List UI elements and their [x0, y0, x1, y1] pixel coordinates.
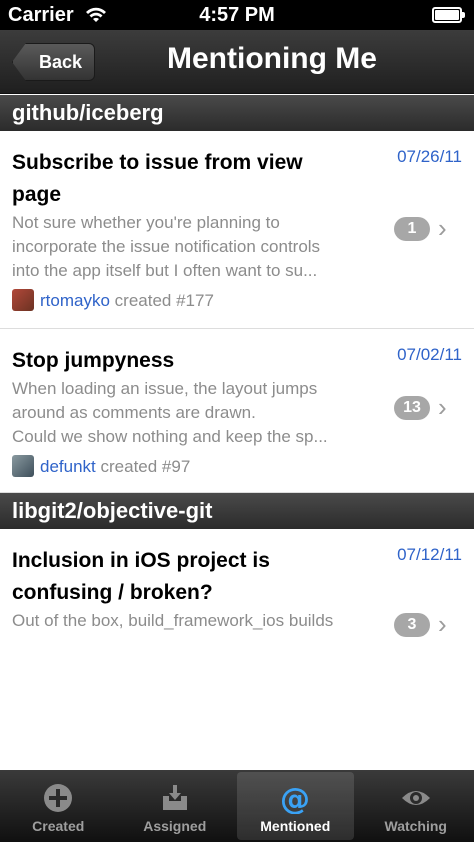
tab-watching[interactable]: Watching — [358, 770, 474, 842]
tab-created[interactable]: Created — [0, 770, 117, 842]
issue-row[interactable]: Stop jumpyness 07/02/11 When loading an … — [0, 329, 474, 493]
issue-row[interactable]: Subscribe to issue from view page 07/26/… — [0, 131, 474, 329]
tab-label: Watching — [384, 818, 447, 834]
issue-date: 07/26/11 — [397, 147, 462, 166]
comment-count-badge: 1 — [394, 217, 430, 241]
at-sign-icon: @ — [280, 782, 310, 814]
chevron-right-icon: › — [438, 609, 447, 639]
issue-title: Stop jumpyness — [12, 349, 175, 372]
issue-action: created #177 — [114, 291, 214, 310]
chevron-right-icon: › — [438, 392, 447, 422]
comment-count-badge: 13 — [394, 396, 430, 420]
tab-assigned[interactable]: Assigned — [117, 770, 234, 842]
chevron-right-icon: › — [438, 213, 447, 243]
tab-bar: Created Assigned @ Mentioned Watching — [0, 770, 474, 842]
navigation-bar: Back Mentioning Me — [0, 30, 474, 94]
tab-label: Created — [32, 818, 85, 834]
clock-time: 4:57 PM — [199, 4, 275, 26]
issue-date: 07/02/11 — [397, 345, 462, 364]
issue-date: 07/12/11 — [397, 545, 462, 564]
section-header-repo: libgit2/objective-git — [0, 493, 474, 529]
avatar — [12, 289, 34, 311]
issue-title: Inclusion in iOS project is confusing / … — [12, 549, 270, 604]
issue-byline: rtomayko created #177 — [12, 289, 214, 311]
issue-action: created #97 — [100, 457, 191, 476]
issue-byline: defunkt created #97 — [12, 455, 190, 477]
author-link[interactable]: rtomayko — [40, 291, 110, 310]
comment-count-badge: 3 — [394, 613, 430, 637]
page-title: Mentioning Me — [167, 42, 377, 75]
author-link[interactable]: defunkt — [40, 457, 96, 476]
avatar — [12, 455, 34, 477]
status-bar: Carrier 4:57 PM — [0, 0, 474, 30]
inbox-tray-icon — [162, 785, 187, 810]
tab-mentioned[interactable]: @ Mentioned — [237, 772, 354, 840]
back-button[interactable]: Back — [12, 43, 96, 81]
issue-body-preview: When loading an issue, the layout jumps … — [12, 379, 328, 446]
svg-text:@: @ — [280, 782, 310, 814]
issue-title: Subscribe to issue from view page — [12, 151, 303, 206]
eye-icon — [401, 791, 430, 805]
tab-label: Mentioned — [260, 818, 331, 834]
issue-row[interactable]: Inclusion in iOS project is confusing / … — [0, 529, 474, 649]
issue-body-preview: Not sure whether you're planning to inco… — [12, 213, 321, 280]
section-header-repo: github/iceberg — [0, 95, 474, 131]
tab-label: Assigned — [143, 818, 207, 834]
plus-circle-icon — [44, 784, 73, 812]
battery-icon — [432, 7, 465, 23]
issue-body-preview: Out of the box, build_framework_ios buil… — [12, 611, 334, 630]
